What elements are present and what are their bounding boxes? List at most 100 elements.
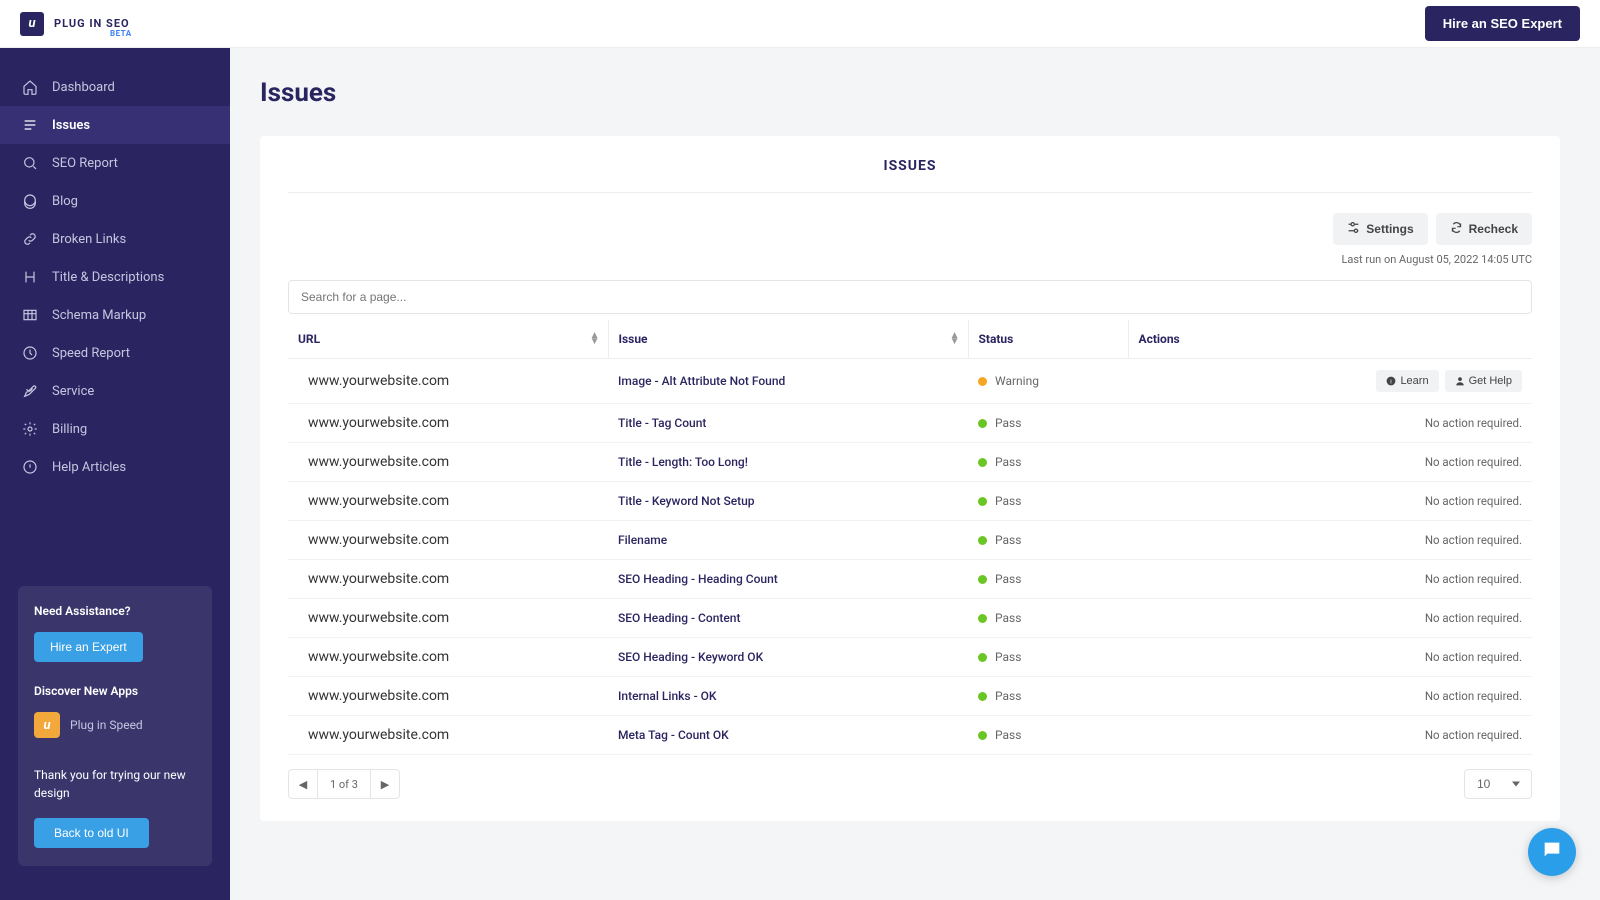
sidebar-item-dashboard[interactable]: Dashboard xyxy=(0,68,230,106)
actions-cell: No action required. xyxy=(1128,560,1532,599)
nav-label: Billing xyxy=(52,422,87,437)
status-dot-icon xyxy=(978,575,987,584)
sort-icon: ▲▼ xyxy=(590,333,600,345)
page-size-select[interactable]: 10 xyxy=(1464,769,1532,799)
sidebar-item-help-articles[interactable]: Help Articles xyxy=(0,448,230,486)
nav-icon xyxy=(22,269,38,285)
url-cell: www.yourwebsite.com xyxy=(288,716,608,755)
status-dot-icon xyxy=(978,614,987,623)
nav-icon xyxy=(22,117,38,133)
logo-text: PLUG IN SEO BETA xyxy=(54,17,130,30)
toolbar: Settings Recheck xyxy=(288,213,1532,245)
sidebar-item-billing[interactable]: Billing xyxy=(0,410,230,448)
nav-label: Issues xyxy=(52,118,90,133)
recheck-button[interactable]: Recheck xyxy=(1436,213,1532,245)
actions-cell: iLearn Get Help xyxy=(1128,359,1532,404)
nav-label: Schema Markup xyxy=(52,308,146,323)
issue-cell[interactable]: Title - Tag Count xyxy=(608,404,968,443)
issue-cell[interactable]: SEO Heading - Content xyxy=(608,599,968,638)
issue-cell[interactable]: Title - Keyword Not Setup xyxy=(608,482,968,521)
logo[interactable]: u PLUG IN SEO BETA xyxy=(20,12,130,36)
nav-label: Service xyxy=(52,384,94,399)
status-cell: Pass xyxy=(968,482,1128,521)
settings-button[interactable]: Settings xyxy=(1333,213,1427,245)
col-status: Status xyxy=(968,320,1128,359)
status-cell: Pass xyxy=(968,404,1128,443)
sidebar-item-service[interactable]: Service xyxy=(0,372,230,410)
url-cell: www.yourwebsite.com xyxy=(288,599,608,638)
issues-table: URL ▲▼ Issue ▲▼ Status Actions www.yourw… xyxy=(288,320,1532,755)
issue-cell[interactable]: Title - Length: Too Long! xyxy=(608,443,968,482)
table-row: www.yourwebsite.comTitle - Tag CountPass… xyxy=(288,404,1532,443)
topbar: u PLUG IN SEO BETA Hire an SEO Expert xyxy=(0,0,1600,48)
actions-cell: No action required. xyxy=(1128,521,1532,560)
sidebar-item-schema-markup[interactable]: Schema Markup xyxy=(0,296,230,334)
status-cell: Pass xyxy=(968,716,1128,755)
sidebar-item-title-descriptions[interactable]: Title & Descriptions xyxy=(0,258,230,296)
actions-cell: No action required. xyxy=(1128,404,1532,443)
status-dot-icon xyxy=(978,497,987,506)
get-help-button[interactable]: Get Help xyxy=(1445,370,1522,392)
issue-cell[interactable]: Image - Alt Attribute Not Found xyxy=(608,359,968,404)
issue-cell[interactable]: SEO Heading - Heading Count xyxy=(608,560,968,599)
url-cell: www.yourwebsite.com xyxy=(288,677,608,716)
table-row: www.yourwebsite.comTitle - Length: Too L… xyxy=(288,443,1532,482)
sidebar-item-speed-report[interactable]: Speed Report xyxy=(0,334,230,372)
table-row: www.yourwebsite.comImage - Alt Attribute… xyxy=(288,359,1532,404)
app-label: Plug in Speed xyxy=(70,718,143,732)
table-row: www.yourwebsite.comTitle - Keyword Not S… xyxy=(288,482,1532,521)
sidebar-item-seo-report[interactable]: SEO Report xyxy=(0,144,230,182)
table-row: www.yourwebsite.comSEO Heading - Keyword… xyxy=(288,638,1532,677)
hire-expert-button[interactable]: Hire an SEO Expert xyxy=(1425,6,1580,41)
issue-cell[interactable]: Meta Tag - Count OK xyxy=(608,716,968,755)
back-to-old-ui-button[interactable]: Back to old UI xyxy=(34,818,149,848)
sidebar-item-blog[interactable]: Blog xyxy=(0,182,230,220)
discover-title: Discover New Apps xyxy=(34,684,196,698)
thank-you-text: Thank you for trying our new design xyxy=(34,766,196,802)
nav-icon xyxy=(22,193,38,209)
nav-label: Broken Links xyxy=(52,232,126,247)
learn-button[interactable]: iLearn xyxy=(1376,370,1438,392)
nav-icon xyxy=(22,155,38,171)
issue-cell[interactable]: Filename xyxy=(608,521,968,560)
nav-icon xyxy=(22,231,38,247)
app-plug-in-speed[interactable]: u Plug in Speed xyxy=(34,712,196,738)
beta-badge: BETA xyxy=(110,29,132,38)
hire-expert-sidebar-button[interactable]: Hire an Expert xyxy=(34,632,143,662)
issue-cell[interactable]: Internal Links - OK xyxy=(608,677,968,716)
page-title: Issues xyxy=(260,78,1560,108)
next-page-button[interactable]: ▶ xyxy=(370,769,400,799)
actions-cell: No action required. xyxy=(1128,677,1532,716)
status-cell: Pass xyxy=(968,599,1128,638)
logo-badge: u xyxy=(20,12,44,36)
status-cell: Pass xyxy=(968,521,1128,560)
actions-cell: No action required. xyxy=(1128,443,1532,482)
sort-icon: ▲▼ xyxy=(950,333,960,345)
prev-page-button[interactable]: ◀ xyxy=(288,769,318,799)
nav-icon xyxy=(22,79,38,95)
sidebar-item-broken-links[interactable]: Broken Links xyxy=(0,220,230,258)
table-row: www.yourwebsite.comMeta Tag - Count OKPa… xyxy=(288,716,1532,755)
search-input[interactable] xyxy=(288,280,1532,314)
col-issue[interactable]: Issue ▲▼ xyxy=(608,320,968,359)
table-row: www.yourwebsite.comFilenamePassNo action… xyxy=(288,521,1532,560)
chat-fab[interactable] xyxy=(1528,828,1576,876)
status-dot-icon xyxy=(978,653,987,662)
table-row: www.yourwebsite.comSEO Heading - Heading… xyxy=(288,560,1532,599)
sidebar-item-issues[interactable]: Issues xyxy=(0,106,230,144)
nav-label: Help Articles xyxy=(52,460,126,475)
status-cell: Pass xyxy=(968,677,1128,716)
nav-icon xyxy=(22,307,38,323)
card-title: ISSUES xyxy=(288,158,1532,193)
url-cell: www.yourwebsite.com xyxy=(288,443,608,482)
issue-cell[interactable]: SEO Heading - Keyword OK xyxy=(608,638,968,677)
url-cell: www.yourwebsite.com xyxy=(288,359,608,404)
col-url[interactable]: URL ▲▼ xyxy=(288,320,608,359)
pagination: ◀ 1 of 3 ▶ xyxy=(288,769,400,799)
table-footer: ◀ 1 of 3 ▶ 10 xyxy=(288,769,1532,799)
nav-icon xyxy=(22,383,38,399)
nav-label: Dashboard xyxy=(52,80,115,95)
last-run-text: Last run on August 05, 2022 14:05 UTC xyxy=(288,253,1532,266)
refresh-icon xyxy=(1450,221,1463,237)
status-cell: Pass xyxy=(968,638,1128,677)
